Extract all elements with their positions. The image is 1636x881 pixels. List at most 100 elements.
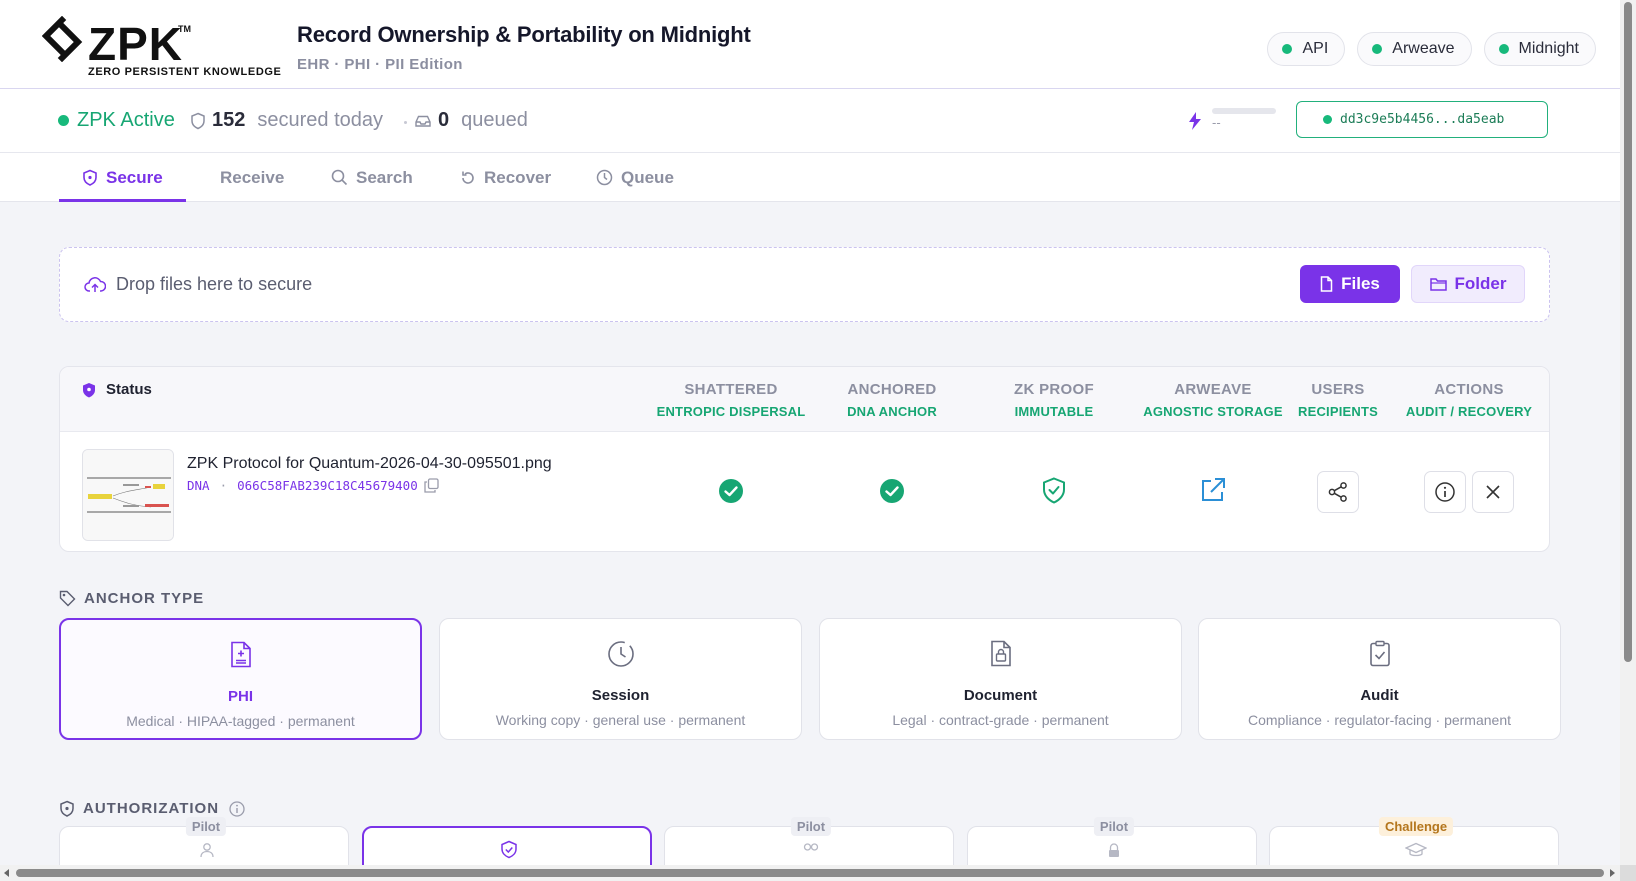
search-icon	[331, 169, 348, 186]
file-dropzone[interactable]: Drop files here to secure Files Folder	[59, 247, 1550, 322]
column-title: SHATTERED	[684, 381, 778, 398]
dropzone-prompt: Drop files here to secure	[84, 274, 312, 295]
tab-label: Recover	[484, 167, 552, 187]
select-folder-button[interactable]: Folder	[1411, 265, 1525, 303]
active-tab-indicator	[59, 199, 186, 202]
tab-search[interactable]: Search	[331, 153, 413, 202]
pill-midnight[interactable]: Midnight	[1483, 32, 1596, 66]
column-header-shattered: SHATTERED ENTROPIC DISPERSAL	[657, 381, 806, 419]
info-icon[interactable]	[229, 800, 245, 817]
dropzone-text: Drop files here to secure	[116, 274, 313, 294]
status-separator	[404, 121, 407, 124]
medical-file-icon	[230, 641, 251, 668]
app-viewport: ZPK TM ZERO PERSISTENT KNOWLEDGE Record …	[0, 0, 1620, 865]
user-icon	[200, 843, 214, 858]
logo-trademark: TM	[178, 24, 191, 34]
scroll-right-arrow-icon[interactable]	[1608, 869, 1616, 877]
info-button[interactable]	[1424, 471, 1466, 513]
users-icon	[803, 843, 819, 851]
share-button[interactable]	[1317, 471, 1359, 513]
files-label: Files	[1341, 274, 1380, 293]
column-title: ACTIONS	[1434, 381, 1504, 398]
clipboard-check-icon	[1369, 640, 1390, 667]
copy-icon[interactable]	[424, 478, 439, 493]
node-hash-badge[interactable]: dd3c9e5b4456...da5eab	[1296, 101, 1548, 138]
file-thumbnail[interactable]	[82, 449, 174, 541]
tag-icon	[59, 590, 76, 607]
status-table: Status SHATTERED ENTROPIC DISPERSAL ANCH…	[59, 366, 1550, 552]
tab-recover[interactable]: Recover	[460, 153, 551, 202]
anchor-option-desc: Compliance · regulator-facing · permanen…	[1247, 712, 1511, 728]
pill-label: API	[1302, 40, 1329, 57]
shield-icon	[191, 112, 205, 129]
secured-count: 152	[212, 109, 246, 131]
column-subtitle: IMMUTABLE	[1014, 404, 1094, 419]
tab-secure[interactable]: Secure	[82, 153, 163, 202]
queued-count: 0	[438, 109, 450, 131]
tab-queue[interactable]: Queue	[596, 153, 674, 202]
clock-icon	[607, 641, 634, 667]
anchor-option-name: Session	[591, 687, 650, 704]
status-title: Status	[82, 381, 152, 398]
refresh-icon	[462, 171, 474, 184]
column-header-users: USERS RECIPIENTS	[1298, 381, 1378, 419]
pill-label: Arweave	[1392, 40, 1455, 57]
authorization-label: AUTHORIZATION	[83, 800, 220, 817]
anchor-option-session[interactable]: Session Working copy · general use · per…	[439, 618, 802, 740]
vertical-scrollbar-thumb[interactable]	[1624, 2, 1632, 662]
column-title: ANCHORED	[847, 381, 937, 398]
secured-label: secured today	[257, 109, 384, 131]
status-dot-icon	[58, 115, 69, 126]
horizontal-scrollbar-thumb[interactable]	[16, 869, 1604, 877]
select-files-button[interactable]: Files	[1300, 265, 1400, 303]
column-title: ZK PROOF	[1014, 381, 1094, 398]
pill-arweave[interactable]: Arweave	[1357, 32, 1472, 66]
graduation-cap-icon	[1405, 842, 1427, 857]
zpk-logo-mark-icon	[42, 16, 83, 62]
remove-button[interactable]	[1472, 471, 1514, 513]
dna-anchor-id: DNA · 066C58FAB239C18C45679400	[187, 478, 439, 493]
info-icon	[1435, 482, 1455, 502]
authorization-heading: AUTHORIZATION	[59, 800, 253, 817]
scrollbar-corner	[1620, 865, 1636, 881]
column-subtitle: AGNOSTIC STORAGE	[1143, 404, 1283, 419]
main-tabs: Secure Receive Search Recover Queue	[0, 153, 1620, 202]
tab-receive[interactable]: Receive	[220, 153, 284, 202]
anchor-type-label: ANCHOR TYPE	[84, 590, 205, 607]
anchor-option-audit[interactable]: Audit Compliance · regulator-facing · pe…	[1198, 618, 1561, 740]
app-header: ZPK TM ZERO PERSISTENT KNOWLEDGE Record …	[0, 0, 1620, 89]
folder-icon	[1429, 278, 1447, 291]
folder-label: Folder	[1454, 274, 1507, 293]
column-header-anchored: ANCHORED DNA ANCHOR	[847, 381, 937, 419]
anchor-option-document[interactable]: Document Legal · contract-grade · perman…	[819, 618, 1182, 740]
thumbnail-preview-image	[83, 450, 173, 540]
status-dot-icon	[1372, 44, 1383, 54]
vertical-scrollbar[interactable]	[1620, 0, 1636, 865]
anchor-option-phi[interactable]: PHI Medical · HIPAA-tagged · permanent	[59, 618, 422, 740]
scroll-left-arrow-icon[interactable]	[3, 869, 11, 877]
inbox-icon	[415, 115, 431, 127]
page-subtitle: EHR · PHI · PII Edition	[297, 56, 463, 73]
pill-label: Midnight	[1518, 40, 1579, 57]
lock-file-icon	[990, 640, 1011, 667]
queued-label: queued	[461, 109, 528, 131]
logo-tagline: ZERO PERSISTENT KNOWLEDGE	[88, 66, 282, 78]
progress-label: --	[1212, 115, 1221, 130]
close-icon	[1486, 485, 1500, 499]
horizontal-scrollbar[interactable]	[0, 865, 1620, 881]
shield-check-icon	[501, 840, 517, 859]
shield-icon	[83, 382, 95, 397]
active-label: ZPK Active	[77, 109, 175, 131]
share-icon	[1328, 482, 1347, 502]
zpk-logo[interactable]: ZPK TM ZERO PERSISTENT KNOWLEDGE	[42, 16, 282, 80]
check-icon	[880, 479, 904, 503]
bolt-icon	[1189, 112, 1201, 130]
external-link-icon[interactable]	[1199, 476, 1227, 504]
pill-api[interactable]: API	[1267, 32, 1346, 66]
auth-badge-challenge: Challenge	[1378, 817, 1454, 836]
anchor-option-name: Document	[963, 687, 1038, 704]
anchor-option-desc: Working copy · general use · permanent	[495, 712, 746, 728]
zpk-active-indicator: ZPK Active	[58, 109, 175, 132]
auth-badge-pilot: Pilot	[185, 817, 227, 836]
page-title-block: Record Ownership & Portability on Midnig…	[297, 22, 751, 73]
